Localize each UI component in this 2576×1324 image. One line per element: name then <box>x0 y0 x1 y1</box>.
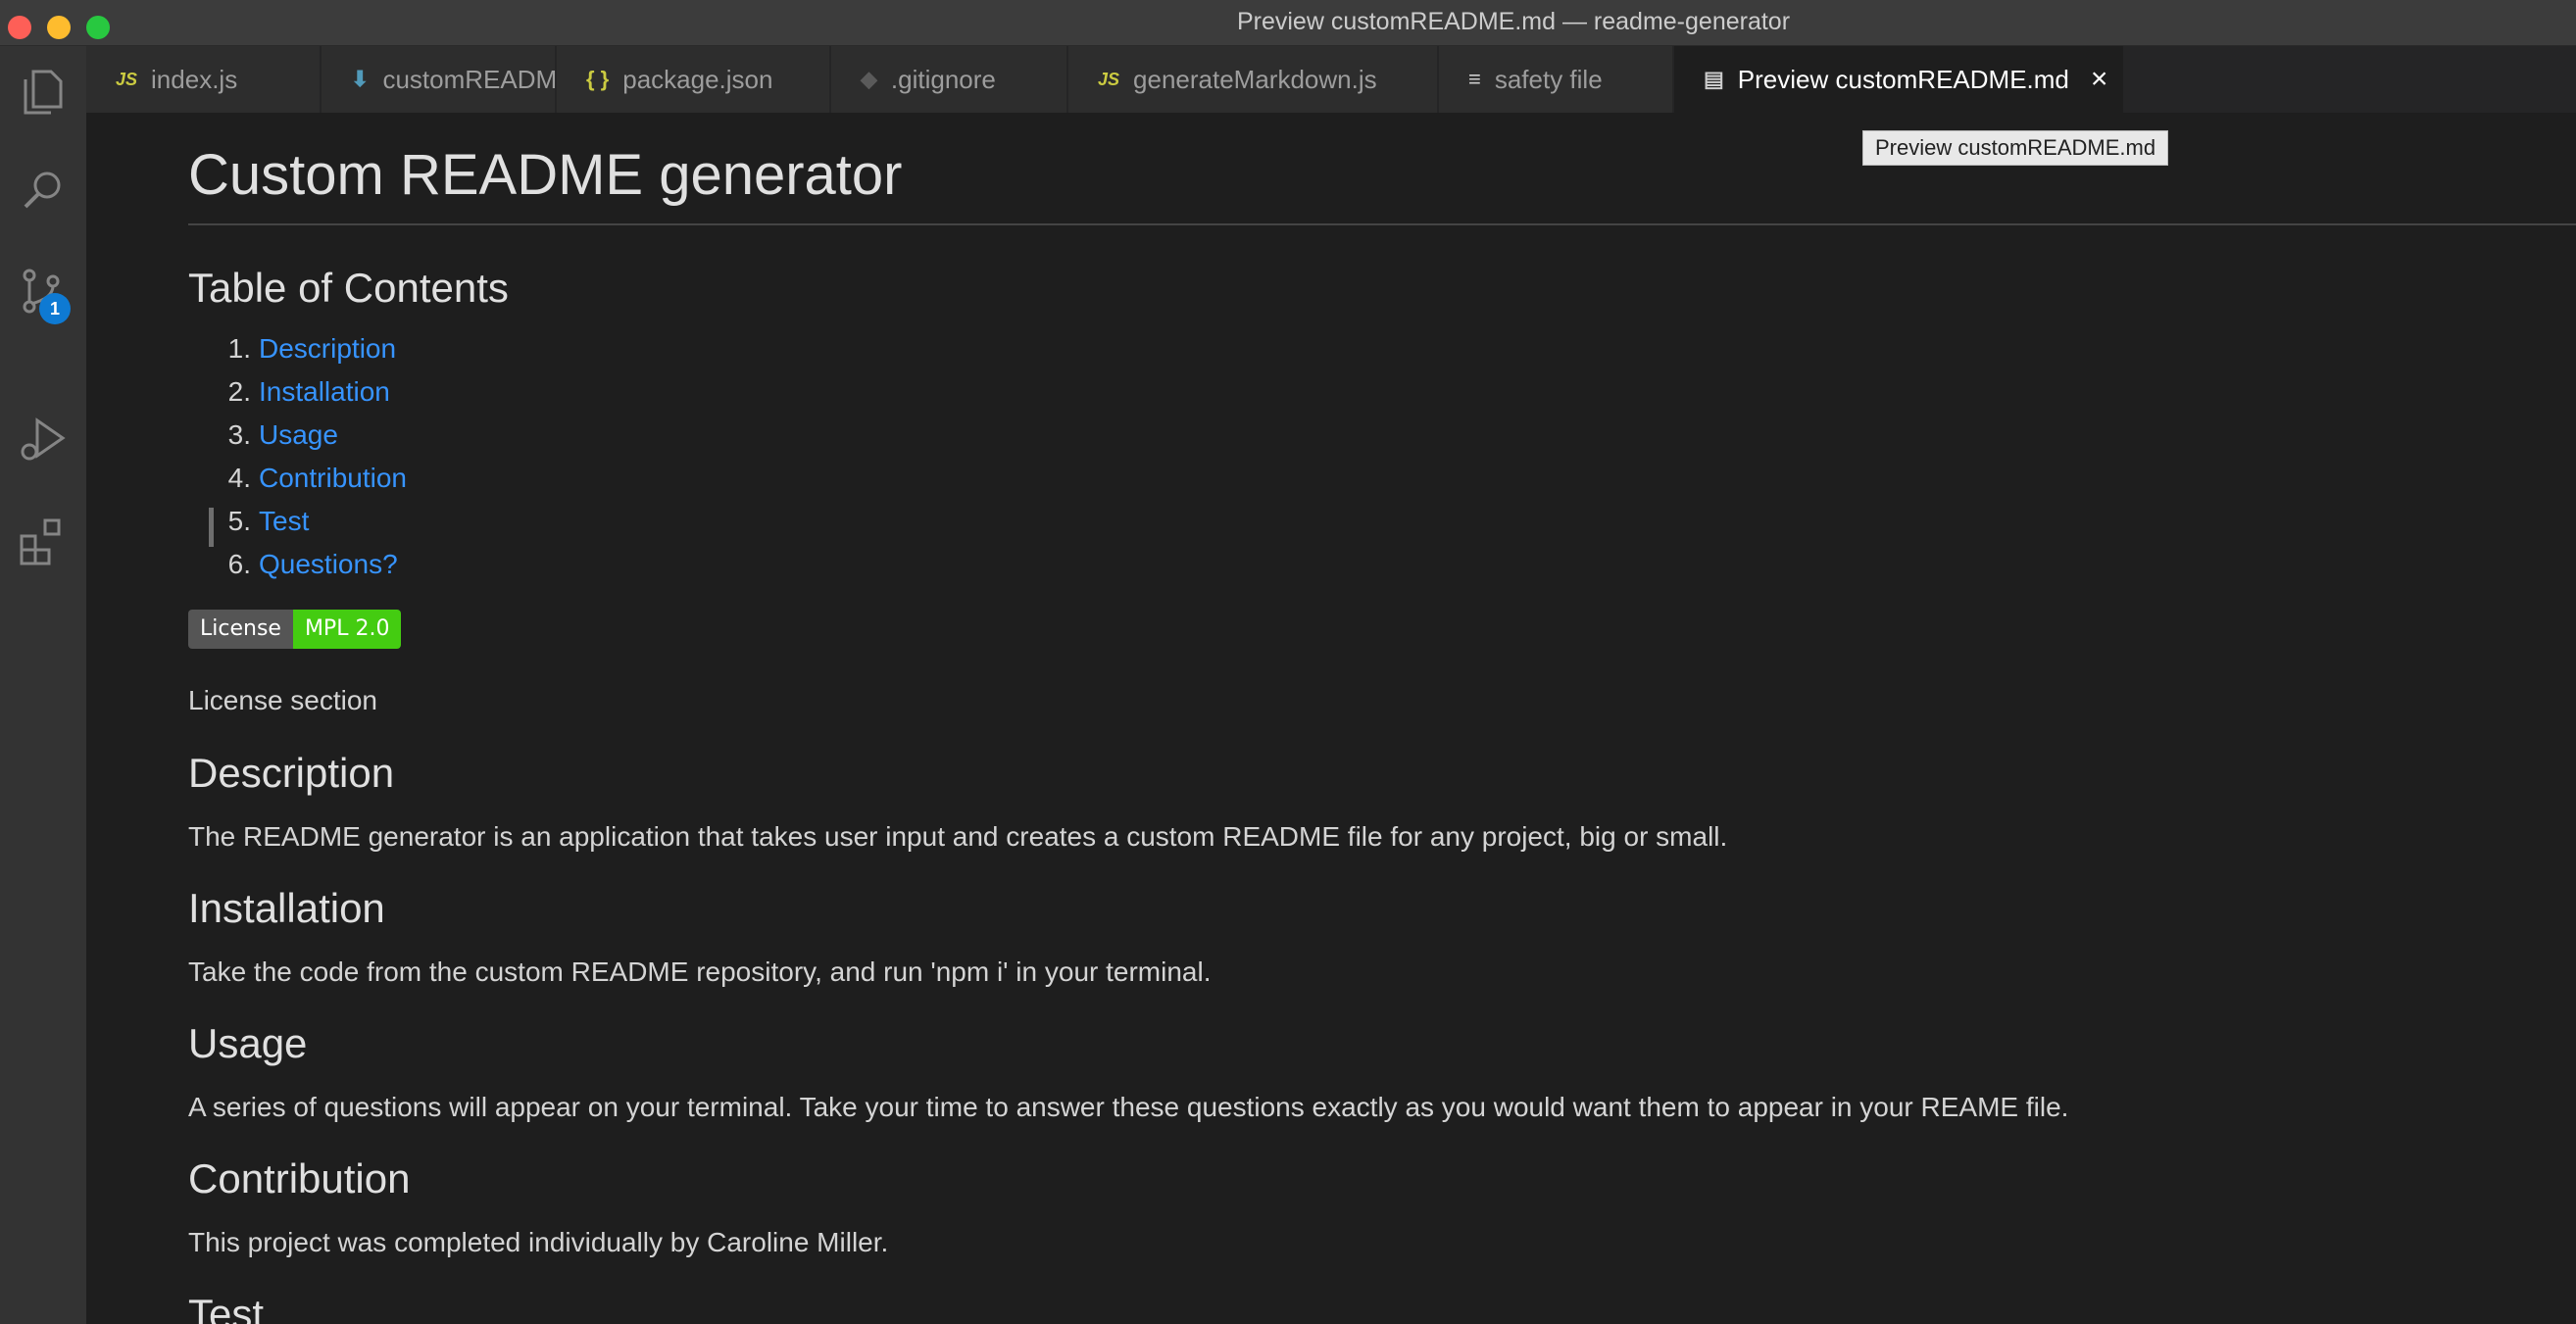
installation-text: Take the code from the custom README rep… <box>188 956 1212 987</box>
test-heading: Test <box>188 1291 265 1324</box>
tab-safety-file[interactable]: ≡ safety file <box>1439 46 1674 113</box>
license-badge[interactable]: License MPL 2.0 <box>188 610 402 649</box>
usage-text: A series of questions will appear on you… <box>188 1092 2069 1122</box>
tab-label: Preview customREADME.md <box>1737 64 2069 94</box>
toc-list: 1. Description 2. Installation 3. Usage 4. C… <box>188 333 407 592</box>
tab-label: index.js <box>151 64 238 94</box>
toc-item: 1. Description <box>188 333 407 376</box>
toc-link-description[interactable]: Description <box>259 333 396 364</box>
tab-label: safety file <box>1494 64 1603 94</box>
toc-link-contribution[interactable]: Contribution <box>259 463 407 493</box>
title-bar: Preview customREADME.md — readme-generat… <box>0 0 2576 46</box>
toc-link-test[interactable]: Test <box>259 506 309 536</box>
extensions-icon[interactable] <box>14 511 73 569</box>
installation-heading: Installation <box>188 885 385 931</box>
contribution-text: This project was completed individually … <box>188 1227 889 1257</box>
tab-generate-markdown-js[interactable]: JS generateMarkdown.js <box>1068 46 1439 113</box>
close-icon[interactable]: × <box>2091 63 2108 96</box>
javascript-file-icon: JS <box>1098 69 1120 89</box>
toc-item: 4. Contribution <box>188 463 407 506</box>
current-line-marker <box>209 508 214 547</box>
license-badge-label: License <box>188 610 293 649</box>
tab-label: .gitignore <box>890 64 996 94</box>
toc-heading: Table of Contents <box>188 265 509 311</box>
tab-custom-readme-md[interactable]: ⬇ customREADME.md <box>322 46 617 113</box>
javascript-file-icon: JS <box>116 69 138 89</box>
description-heading: Description <box>188 750 395 796</box>
toc-link-usage[interactable]: Usage <box>259 419 338 450</box>
markdown-icon: ⬇ <box>351 67 370 91</box>
tab-label: generateMarkdown.js <box>1133 64 1377 94</box>
description-text: The README generator is an application t… <box>188 821 1728 852</box>
git-icon: ◆ <box>861 67 877 91</box>
tab-preview-custom-readme[interactable]: ▤ Preview customREADME.md × <box>1674 46 2125 113</box>
tab-index-js[interactable]: JS index.js <box>86 46 322 113</box>
toc-item: 5. Test <box>188 506 407 549</box>
toc-number: 1. <box>227 333 251 364</box>
contribution-heading: Contribution <box>188 1155 411 1201</box>
toc-item: 3. Usage <box>188 419 407 463</box>
toc-number: 4. <box>227 463 251 493</box>
explorer-icon[interactable] <box>14 62 73 121</box>
lines-icon: ≡ <box>1468 67 1481 91</box>
toc-number: 2. <box>227 376 251 407</box>
run-debug-icon[interactable] <box>14 411 73 469</box>
toc-link-questions[interactable]: Questions? <box>259 549 398 579</box>
window-title: Preview customREADME.md — readme-generat… <box>1236 8 1791 35</box>
license-section-link[interactable]: License section <box>188 685 377 716</box>
activity-bar: 1 <box>0 46 86 1324</box>
toc-number: 6. <box>227 549 251 579</box>
tab-bar: JS index.js ⬇ customREADME.md { } packag… <box>86 46 2576 113</box>
source-control-badge: 1 <box>39 293 71 324</box>
json-file-icon: { } <box>586 67 610 91</box>
usage-heading: Usage <box>188 1020 308 1066</box>
toc-number: 3. <box>227 419 251 450</box>
license-badge-value: MPL 2.0 <box>292 610 402 649</box>
toc-item: 2. Installation <box>188 376 407 419</box>
tab-gitignore[interactable]: ◆ .gitignore <box>831 46 1068 113</box>
tab-package-json[interactable]: { } package.json <box>557 46 831 113</box>
toc-item: 6. Questions? <box>188 549 407 592</box>
toc-number: 5. <box>227 506 251 536</box>
markdown-preview: Custom README generator Table of Content… <box>188 113 2576 1324</box>
page-title: Custom README generator <box>188 142 2576 225</box>
preview-icon: ▤ <box>1704 67 1724 91</box>
toc-link-installation[interactable]: Installation <box>259 376 390 407</box>
search-icon[interactable] <box>14 162 73 221</box>
tab-label: package.json <box>622 64 773 94</box>
